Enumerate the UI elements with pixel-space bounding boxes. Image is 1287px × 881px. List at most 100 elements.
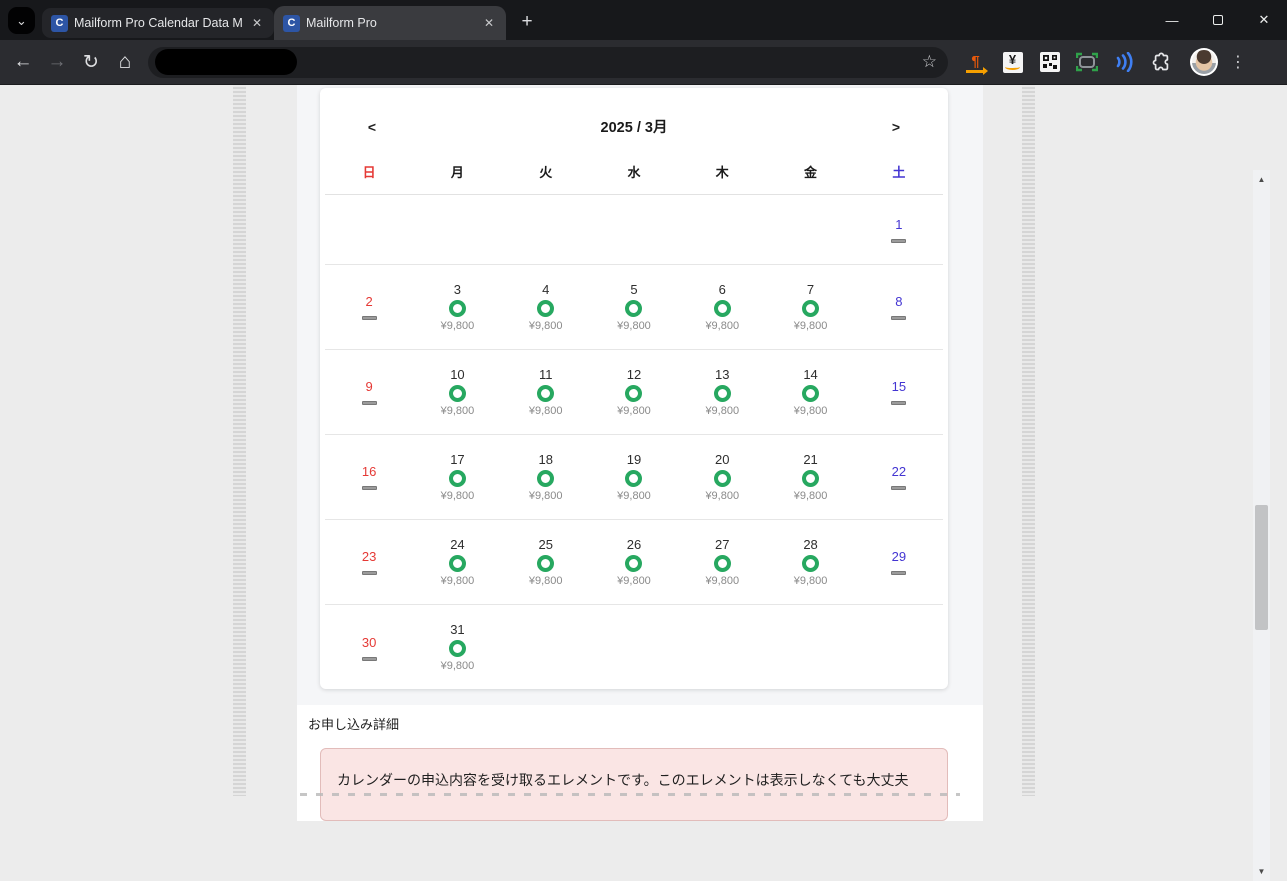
signal-wave-icon[interactable] — [1112, 51, 1135, 74]
home-icon[interactable]: ⌂ — [108, 45, 142, 79]
day-cell-13[interactable]: 13¥9,800 — [678, 350, 766, 434]
tab-close-icon[interactable]: ✕ — [480, 14, 498, 32]
available-circle-icon[interactable] — [537, 555, 554, 572]
available-circle-icon[interactable] — [714, 300, 731, 317]
day-cell-14[interactable]: 14¥9,800 — [766, 350, 854, 434]
day-cell-29: 29 — [855, 520, 943, 604]
day-cell-27[interactable]: 27¥9,800 — [678, 520, 766, 604]
day-cell-10[interactable]: 10¥9,800 — [413, 350, 501, 434]
day-cell-15: 15 — [855, 350, 943, 434]
maximize-icon — [1213, 15, 1223, 25]
day-cell-7[interactable]: 7¥9,800 — [766, 265, 854, 349]
available-circle-icon[interactable] — [625, 555, 642, 572]
day-number: 28 — [803, 537, 817, 552]
day-cell-25[interactable]: 25¥9,800 — [502, 520, 590, 604]
qr-code-icon[interactable] — [1038, 51, 1061, 74]
day-cell-28[interactable]: 28¥9,800 — [766, 520, 854, 604]
browser-scrollbar[interactable]: ▲ ▼ — [1253, 170, 1270, 881]
minimize-button[interactable]: — — [1149, 0, 1195, 40]
tab-search-button[interactable]: ⌄ — [8, 7, 35, 34]
day-cell-12[interactable]: 12¥9,800 — [590, 350, 678, 434]
scrollbar-thumb[interactable] — [1255, 505, 1268, 630]
available-circle-icon[interactable] — [714, 470, 731, 487]
day-cell-24[interactable]: 24¥9,800 — [413, 520, 501, 604]
available-circle-icon[interactable] — [802, 555, 819, 572]
price-label: ¥9,800 — [794, 490, 828, 503]
extensions-puzzle-icon[interactable] — [1149, 51, 1172, 74]
day-cell-3[interactable]: 3¥9,800 — [413, 265, 501, 349]
available-circle-icon[interactable] — [537, 300, 554, 317]
close-button[interactable]: ✕ — [1241, 0, 1287, 40]
week-row: 16 17 ¥9,800 18¥9,80019¥9,80020¥9,80021¥9,8… — [325, 435, 943, 520]
available-circle-icon[interactable] — [625, 470, 642, 487]
prev-month-button[interactable]: < — [364, 119, 380, 135]
day-cell-11[interactable]: 11¥9,800 — [502, 350, 590, 434]
browser-menu-icon[interactable]: ⋮ — [1230, 52, 1246, 72]
day-cell-5[interactable]: 5¥9,800 — [590, 265, 678, 349]
day-cell-18[interactable]: 18¥9,800 — [502, 435, 590, 519]
available-circle-icon[interactable] — [449, 470, 466, 487]
day-number: 1 — [895, 217, 902, 232]
address-bar[interactable]: ☆ — [148, 47, 948, 78]
day-number: 25 — [538, 537, 552, 552]
tab-mailform-pro-calendar-data[interactable]: C Mailform Pro Calendar Data Ma ✕ — [42, 8, 274, 38]
day-cell-21[interactable]: 21¥9,800 — [766, 435, 854, 519]
scroll-up-icon[interactable]: ▲ — [1253, 172, 1270, 187]
back-icon[interactable]: ← — [6, 45, 40, 79]
day-cell-empty — [325, 195, 413, 264]
day-number: 17 — [450, 452, 464, 467]
available-circle-icon[interactable] — [802, 470, 819, 487]
scroll-down-icon[interactable]: ▼ — [1253, 864, 1270, 879]
available-circle-icon[interactable] — [714, 385, 731, 402]
weekday-label: 水 — [590, 162, 678, 181]
tab-favicon: C — [283, 15, 300, 32]
day-number: 23 — [362, 549, 376, 564]
available-circle-icon[interactable] — [449, 385, 466, 402]
available-circle-icon[interactable] — [449, 300, 466, 317]
calendar-weeks: 1 23¥9,8004¥9,8005¥9,8006¥9,8007¥9,8008 9 1… — [325, 195, 943, 689]
available-circle-icon[interactable] — [537, 470, 554, 487]
available-circle-icon[interactable] — [625, 300, 642, 317]
available-circle-icon[interactable] — [537, 385, 554, 402]
tab-favicon: C — [51, 15, 68, 32]
bookmark-star-icon[interactable]: ☆ — [922, 52, 937, 72]
day-cell-17[interactable]: 17 ¥9,800 — [413, 435, 501, 519]
weekday-label: 土 — [855, 162, 943, 181]
price-label: ¥9,800 — [441, 490, 475, 503]
available-circle-icon[interactable] — [802, 300, 819, 317]
available-circle-icon[interactable] — [802, 385, 819, 402]
weekday-label: 金 — [766, 162, 854, 181]
screen-capture-icon[interactable] — [1075, 51, 1098, 74]
available-circle-icon[interactable] — [449, 640, 466, 657]
day-cell-26[interactable]: 26¥9,800 — [590, 520, 678, 604]
day-cell-16: 16 — [325, 435, 413, 519]
profile-avatar[interactable] — [1190, 48, 1218, 76]
reload-icon[interactable]: ↻ — [74, 45, 108, 79]
day-cell-31[interactable]: 31¥9,800 — [413, 605, 501, 689]
day-cell-19[interactable]: 19¥9,800 — [590, 435, 678, 519]
tab-mailform-pro[interactable]: C Mailform Pro ✕ — [274, 6, 506, 40]
day-number: 26 — [627, 537, 641, 552]
pilcrow-glyph: ¶ — [971, 56, 979, 68]
available-circle-icon[interactable] — [449, 555, 466, 572]
forward-icon[interactable]: → — [40, 45, 74, 79]
unavailable-dash-icon — [362, 316, 377, 320]
new-tab-button[interactable]: + — [512, 7, 542, 37]
day-cell-6[interactable]: 6¥9,800 — [678, 265, 766, 349]
maximize-button[interactable] — [1195, 0, 1241, 40]
day-number: 29 — [892, 549, 906, 564]
tab-close-icon[interactable]: ✕ — [248, 14, 266, 32]
day-number: 9 — [366, 379, 373, 394]
day-cell-empty — [590, 605, 678, 689]
day-cell-20[interactable]: 20¥9,800 — [678, 435, 766, 519]
available-circle-icon[interactable] — [625, 385, 642, 402]
tab-strip: ⌄ C Mailform Pro Calendar Data Ma ✕ C Ma… — [0, 0, 1287, 40]
yen-document-icon[interactable]: ¥ — [1001, 51, 1024, 74]
available-circle-icon[interactable] — [714, 555, 731, 572]
pilcrow-translate-icon[interactable]: ¶ — [964, 51, 987, 74]
day-cell-empty — [766, 195, 854, 264]
day-number: 31 — [450, 622, 464, 637]
next-month-button[interactable]: > — [888, 119, 904, 135]
week-row: 23¥9,8004¥9,8005¥9,8006¥9,8007¥9,8008 — [325, 265, 943, 350]
day-cell-4[interactable]: 4¥9,800 — [502, 265, 590, 349]
